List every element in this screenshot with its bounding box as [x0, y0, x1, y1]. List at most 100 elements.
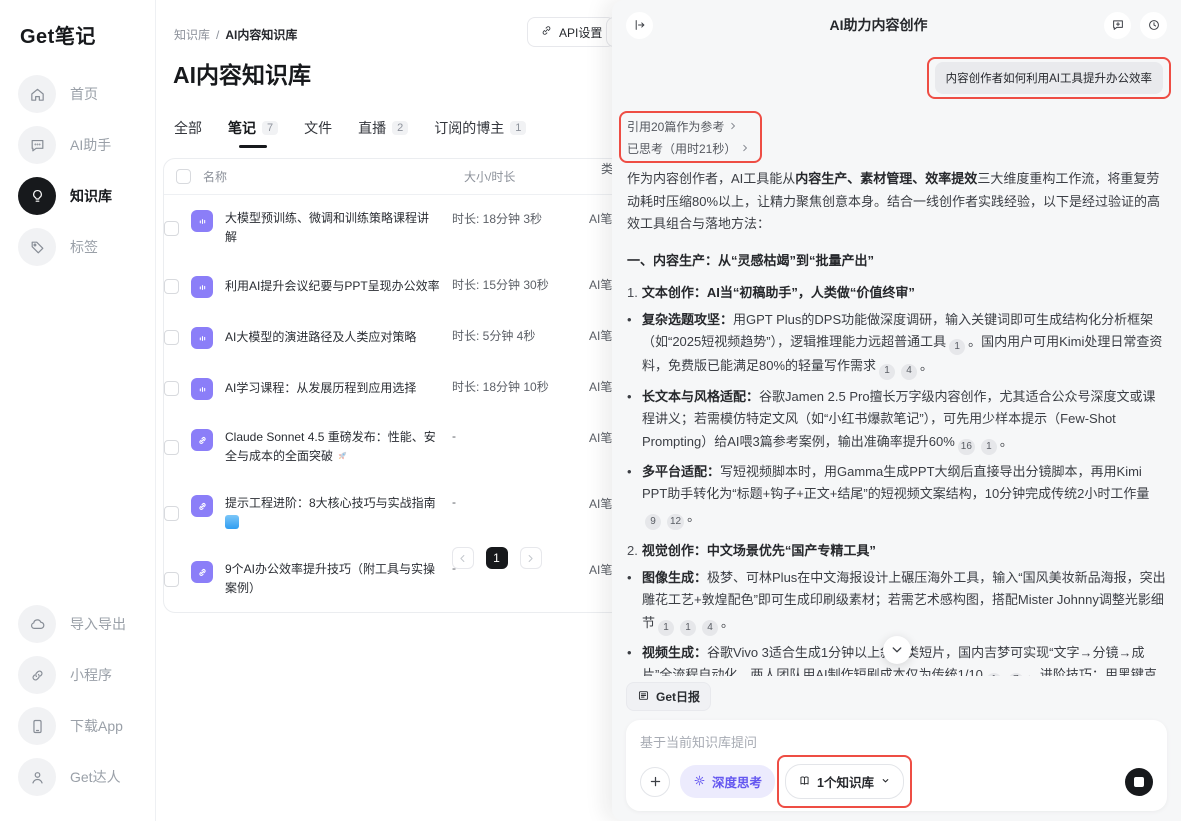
- bullet-marker: •: [627, 642, 642, 676]
- bulb-icon: [18, 177, 56, 215]
- row-checkbox[interactable]: [164, 440, 179, 455]
- row-checkbox[interactable]: [164, 279, 179, 294]
- citation-chip[interactable]: 1: [949, 339, 965, 355]
- current-page[interactable]: 1: [486, 547, 508, 569]
- breadcrumb-current: AI内容知识库: [225, 26, 297, 43]
- link-file-icon: [191, 495, 213, 517]
- sidebar-item-ai-assistant[interactable]: AI助手: [18, 126, 155, 164]
- media-file-icon: [191, 327, 213, 349]
- citation-chip[interactable]: 9: [645, 514, 661, 530]
- answer-section-heading: 一、内容生产：从“灵感枯竭”到“批量产出”: [627, 250, 1166, 273]
- link-icon: [540, 24, 553, 40]
- bullet-marker: •: [627, 309, 642, 380]
- note-title: 大模型预训练、微调和训练策略课程讲解: [225, 209, 440, 247]
- user-message-bubble: 内容创作者如何利用AI工具提升办公效率: [935, 62, 1163, 94]
- knowledge-base-selector[interactable]: 1个知识库: [785, 764, 904, 799]
- chat-footer: Get日报 基于当前知识库提问 深度思考 1个知识库: [612, 676, 1181, 821]
- tab-notes[interactable]: 笔记7: [228, 114, 278, 148]
- rocket-emoji: [333, 449, 349, 463]
- assistant-message: 作为内容创作者，AI工具能从内容生产、素材管理、效率提效三大维度重构工作流，将重…: [627, 168, 1166, 676]
- row-checkbox[interactable]: [164, 221, 179, 236]
- collapse-panel-icon[interactable]: [626, 12, 653, 39]
- sidebar-nav-bottom: 导入导出小程序下载App Get达人: [18, 605, 126, 809]
- breadcrumb-root[interactable]: 知识库: [174, 26, 210, 43]
- sidebar-item-label: 首页: [70, 84, 98, 104]
- sidebar-item-get-expert[interactable]: Get达人: [18, 758, 126, 796]
- sidebar-item-label: 标签: [70, 237, 98, 257]
- thought-toggle[interactable]: 已思考（用时21秒）: [627, 138, 750, 160]
- citation-chip[interactable]: 12: [667, 514, 684, 530]
- page-title: AI内容知识库: [173, 56, 311, 90]
- media-file-icon: [191, 210, 213, 232]
- sidebar-item-home[interactable]: 首页: [18, 75, 155, 113]
- citation-chip[interactable]: 4: [901, 364, 917, 380]
- deep-think-icon: [693, 774, 706, 790]
- phone-icon: [18, 707, 56, 745]
- sidebar-item-mini-program[interactable]: 小程序: [18, 656, 126, 694]
- tab-count-badge: 7: [262, 121, 278, 135]
- note-title: Claude Sonnet 4.5 重磅发布：性能、安全与成本的全面突破: [225, 428, 440, 466]
- tab-subscribed-bloggers[interactable]: 订阅的博主1: [434, 114, 526, 148]
- history-icon[interactable]: [1140, 12, 1167, 39]
- cloud-icon: [18, 605, 56, 643]
- sidebar-item-label: 导入导出: [70, 614, 126, 634]
- prev-page-button[interactable]: [452, 547, 474, 569]
- note-duration: -: [452, 429, 577, 443]
- sidebar-item-knowledge-base[interactable]: 知识库: [18, 177, 155, 215]
- deep-think-toggle[interactable]: 深度思考: [680, 765, 775, 798]
- answer-subheading: 2.视觉创作：中文场景优先“国产专精工具”: [627, 540, 1166, 563]
- citation-chip[interactable]: 1: [879, 364, 895, 380]
- row-checkbox[interactable]: [164, 572, 179, 587]
- note-title: AI大模型的演进路径及人类应对策略: [225, 328, 440, 347]
- breadcrumb: 知识库 / AI内容知识库: [174, 26, 297, 43]
- citation-chip[interactable]: 1: [981, 439, 997, 455]
- reasoning-summary: 引用20篇作为参考 已思考（用时21秒）: [627, 116, 750, 160]
- tab-live[interactable]: 直播2: [358, 114, 408, 148]
- citation-chip[interactable]: 1: [658, 620, 674, 636]
- chat-input[interactable]: 基于当前知识库提问: [640, 732, 1153, 751]
- next-page-button[interactable]: [520, 547, 542, 569]
- user-message-row: 内容创作者如何利用AI工具提升办公效率: [612, 50, 1181, 98]
- row-checkbox[interactable]: [164, 330, 179, 345]
- tab-bar: 全部笔记7 文件直播2 订阅的博主1: [174, 114, 526, 148]
- breadcrumb-separator: /: [216, 28, 219, 42]
- citation-chip[interactable]: 1: [680, 620, 696, 636]
- sidebar-item-download-app[interactable]: 下载App: [18, 707, 126, 745]
- attach-button[interactable]: [640, 767, 670, 797]
- citation-chip[interactable]: 1: [986, 673, 1002, 677]
- sidebar-item-import-export[interactable]: 导入导出: [18, 605, 126, 643]
- sidebar-item-tags[interactable]: 标签: [18, 228, 155, 266]
- row-checkbox[interactable]: [164, 506, 179, 521]
- citations-toggle[interactable]: 引用20篇作为参考: [627, 116, 750, 138]
- note-duration: 时长: 5分钟 4秒: [452, 327, 577, 344]
- scroll-to-bottom-button[interactable]: [883, 636, 911, 664]
- chat-icon: [18, 126, 56, 164]
- answer-bullet: •复杂选题攻坚：用GPT Plus的DPS功能做深度调研，输入关键词即可生成结构…: [627, 309, 1166, 380]
- get-daily-button[interactable]: Get日报: [626, 682, 711, 711]
- citation-chip[interactable]: 16: [958, 439, 975, 455]
- applet-icon: [18, 656, 56, 694]
- sidebar-item-label: 知识库: [70, 186, 112, 206]
- sidebar-item-label: AI助手: [70, 135, 111, 155]
- sidebar-item-label: Get达人: [70, 767, 121, 787]
- chat-input-card[interactable]: 基于当前知识库提问 深度思考 1个知识库: [626, 720, 1167, 811]
- answer-bullet: •多平台适配：写短视频脚本时，用Gamma生成PPT大纲后直接导出分镜脚本，再用…: [627, 461, 1166, 530]
- citation-chip[interactable]: 4: [702, 620, 718, 636]
- column-header-name: 名称: [203, 168, 452, 185]
- home-icon: [18, 75, 56, 113]
- tab-count-badge: 2: [392, 121, 408, 135]
- stop-generation-button[interactable]: [1125, 768, 1153, 796]
- app-logo: Get笔记: [18, 16, 155, 75]
- api-settings-button[interactable]: API设置: [527, 17, 615, 47]
- bullet-marker: •: [627, 386, 642, 455]
- ai-chat-panel: AI助力内容创作 内容创作者如何利用AI工具提升办公效率 引用20篇作为参考 已…: [612, 0, 1181, 821]
- note-duration: 时长: 15分钟 30秒: [452, 276, 577, 293]
- new-chat-icon[interactable]: [1104, 12, 1131, 39]
- citation-chip[interactable]: 7: [1008, 673, 1024, 677]
- answer-bullet: •长文本与风格适配：谷歌Jamen 2.5 Pro擅长万字级内容创作，尤其适合公…: [627, 386, 1166, 455]
- tab-all[interactable]: 全部: [174, 114, 202, 148]
- select-all-checkbox[interactable]: [176, 169, 191, 184]
- tab-files[interactable]: 文件: [304, 114, 332, 148]
- row-checkbox[interactable]: [164, 381, 179, 396]
- note-duration: -: [452, 495, 577, 509]
